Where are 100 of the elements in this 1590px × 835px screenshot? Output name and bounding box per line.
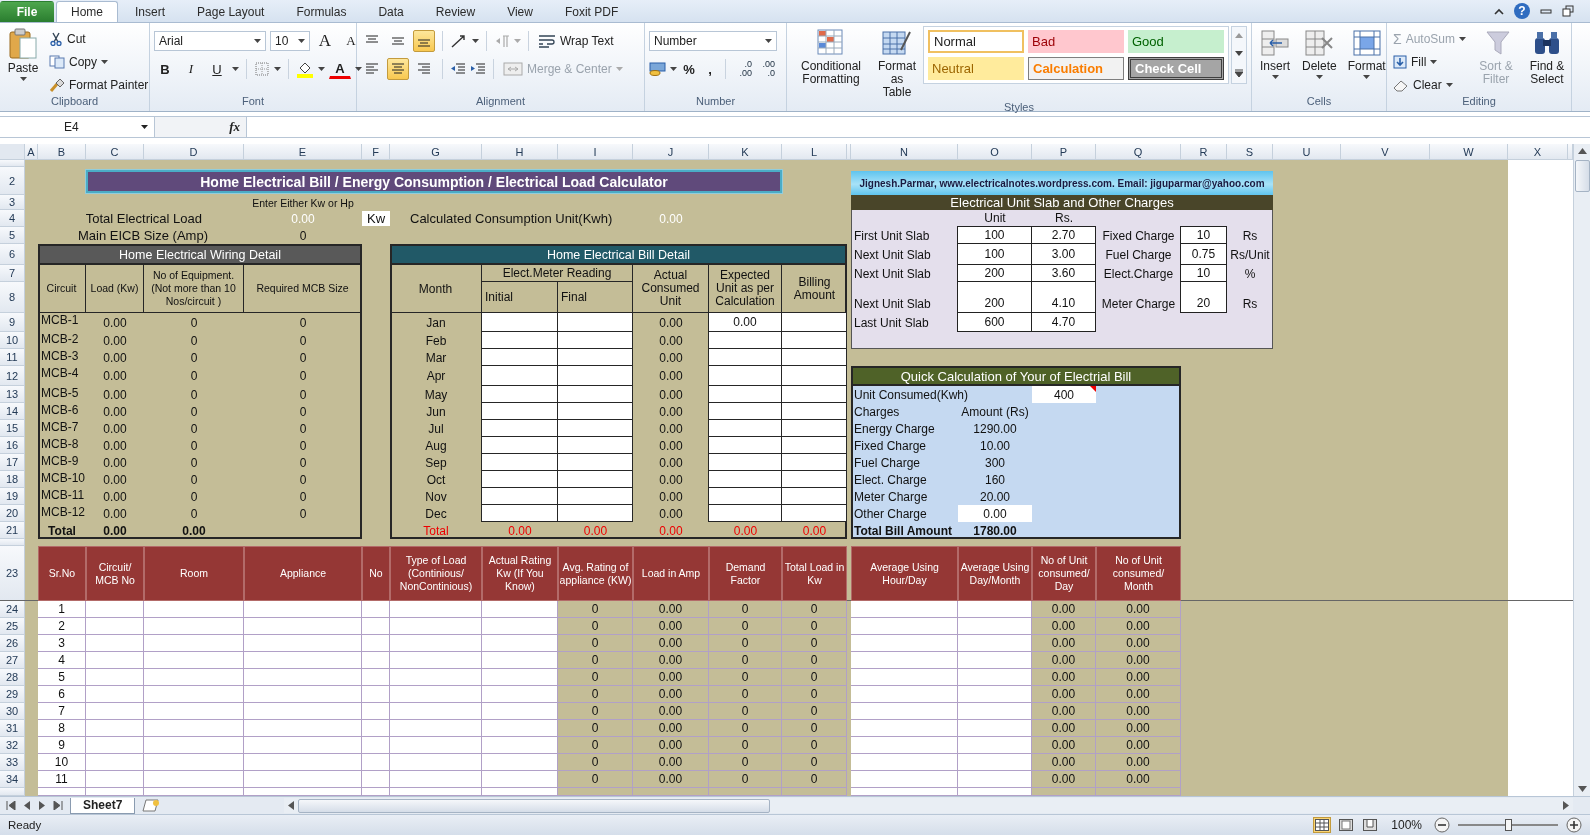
- row-header[interactable]: 28: [0, 669, 25, 686]
- row-header[interactable]: 33: [0, 754, 25, 771]
- copy-button[interactable]: Copy: [47, 51, 151, 72]
- insert-function-button[interactable]: fx: [229, 119, 240, 135]
- grow-font-button[interactable]: A: [314, 30, 336, 52]
- increase-indent-icon[interactable]: [470, 62, 486, 76]
- column-header[interactable]: A: [25, 144, 38, 160]
- column-header[interactable]: R: [1181, 144, 1227, 160]
- input-cell[interactable]: [481, 487, 558, 505]
- unit-cell[interactable]: Kw: [362, 211, 390, 226]
- cells-button[interactable]: Format: [1344, 26, 1389, 81]
- format-as-table-button[interactable]: Format as Table: [873, 26, 921, 101]
- row-header[interactable]: 26: [0, 635, 25, 652]
- input-cell[interactable]: [781, 453, 847, 471]
- ribbon-tab[interactable]: Formulas: [281, 1, 362, 22]
- row-header[interactable]: 29: [0, 686, 25, 703]
- previous-sheet-icon[interactable]: [23, 801, 31, 810]
- input-cell[interactable]: [781, 365, 847, 386]
- input-cell[interactable]: [481, 348, 558, 366]
- vertical-scrollbar[interactable]: [1573, 144, 1590, 796]
- input-cell[interactable]: [708, 470, 782, 488]
- number-format-dropdown[interactable]: Number: [649, 31, 777, 51]
- row-header[interactable]: 16: [0, 437, 25, 454]
- column-header[interactable]: X: [1508, 144, 1568, 160]
- horizontal-align-button[interactable]: [387, 58, 409, 80]
- row-header[interactable]: 2: [0, 167, 25, 195]
- column-header[interactable]: J: [633, 144, 709, 160]
- table-cell[interactable]: 600: [957, 312, 1032, 332]
- view-button[interactable]: [1313, 817, 1332, 833]
- table-cell[interactable]: 2.70: [1031, 226, 1096, 244]
- column-header[interactable]: C: [86, 144, 144, 160]
- input-cell[interactable]: [781, 419, 847, 437]
- first-sheet-icon[interactable]: [6, 801, 16, 810]
- fill-button[interactable]: Fill: [1391, 51, 1468, 72]
- row-header[interactable]: 19: [0, 488, 25, 505]
- cells-button[interactable]: Insert: [1256, 26, 1294, 81]
- column-header[interactable]: U: [1273, 144, 1341, 160]
- row-header[interactable]: [0, 788, 25, 796]
- caret-up-icon[interactable]: [1494, 7, 1504, 15]
- header-corner[interactable]: [0, 144, 25, 160]
- table-cell[interactable]: 100: [957, 226, 1032, 244]
- input-cell[interactable]: [708, 453, 782, 471]
- row-header[interactable]: 27: [0, 652, 25, 669]
- input-cell[interactable]: [481, 402, 558, 420]
- input-cell[interactable]: [481, 436, 558, 454]
- input-cell[interactable]: [557, 504, 633, 522]
- row-header[interactable]: 21: [0, 522, 25, 539]
- row-header[interactable]: 7: [0, 265, 25, 282]
- input-cell[interactable]: [708, 402, 782, 420]
- ribbon-tab[interactable]: File: [0, 1, 54, 22]
- column-header[interactable]: B: [38, 144, 86, 160]
- row-header[interactable]: 24: [0, 601, 25, 618]
- shrink-font-button[interactable]: A: [340, 30, 362, 52]
- row-header[interactable]: [0, 160, 25, 167]
- column-header[interactable]: [847, 144, 851, 160]
- column-header[interactable]: O: [958, 144, 1032, 160]
- input-cell[interactable]: [557, 470, 633, 488]
- row-header[interactable]: 4: [0, 210, 25, 227]
- column-header[interactable]: V: [1341, 144, 1430, 160]
- column-header[interactable]: D: [144, 144, 244, 160]
- table-cell[interactable]: 200: [957, 281, 1032, 313]
- column-header[interactable]: S: [1227, 144, 1273, 160]
- decimal-button[interactable]: .00 .0: [755, 60, 775, 78]
- column-header[interactable]: E: [244, 144, 362, 160]
- input-cell[interactable]: [557, 453, 633, 471]
- cell-style-option[interactable]: Good: [1128, 30, 1224, 53]
- input-cell[interactable]: [708, 504, 782, 522]
- cell-style-option[interactable]: Normal: [928, 30, 1024, 53]
- help-button[interactable]: ?: [1514, 3, 1530, 19]
- table-cell[interactable]: 200: [957, 264, 1032, 282]
- row-header[interactable]: 20: [0, 505, 25, 522]
- minimize-icon[interactable]: [1540, 6, 1552, 16]
- percent-button[interactable]: %: [680, 58, 698, 80]
- table-cell[interactable]: 20: [1180, 281, 1227, 313]
- column-header[interactable]: P: [1032, 144, 1096, 160]
- input-cell[interactable]: [481, 504, 558, 522]
- column-header[interactable]: F: [362, 144, 390, 160]
- input-cell[interactable]: [708, 348, 782, 366]
- table-cell[interactable]: 3.00: [1031, 243, 1096, 265]
- input-cell[interactable]: [557, 312, 633, 332]
- input-cell[interactable]: [557, 348, 633, 366]
- table-cell[interactable]: 100: [957, 243, 1032, 265]
- input-cell[interactable]: [481, 453, 558, 471]
- input-cell[interactable]: [781, 487, 847, 505]
- paragraph-icon[interactable]: [494, 34, 510, 48]
- format-painter-button[interactable]: Format Painter: [47, 74, 151, 95]
- cell-style-option[interactable]: Bad: [1028, 30, 1124, 53]
- input-cell[interactable]: [708, 385, 782, 403]
- comma-button[interactable]: ,: [701, 58, 719, 80]
- conditional-formatting-button[interactable]: Conditional Formatting: [791, 26, 871, 88]
- scroll-up-icon[interactable]: [1577, 148, 1587, 154]
- row-header[interactable]: 30: [0, 703, 25, 720]
- find-button[interactable]: Find & Select: [1524, 26, 1570, 88]
- input-cell[interactable]: [781, 312, 847, 332]
- scrollbar-thumb[interactable]: [298, 798, 771, 813]
- font-color-button[interactable]: A: [329, 59, 351, 79]
- table-cell[interactable]: 10: [1180, 226, 1227, 244]
- row-header[interactable]: 6: [0, 244, 25, 265]
- input-cell[interactable]: [481, 385, 558, 403]
- column-header[interactable]: L: [782, 144, 847, 160]
